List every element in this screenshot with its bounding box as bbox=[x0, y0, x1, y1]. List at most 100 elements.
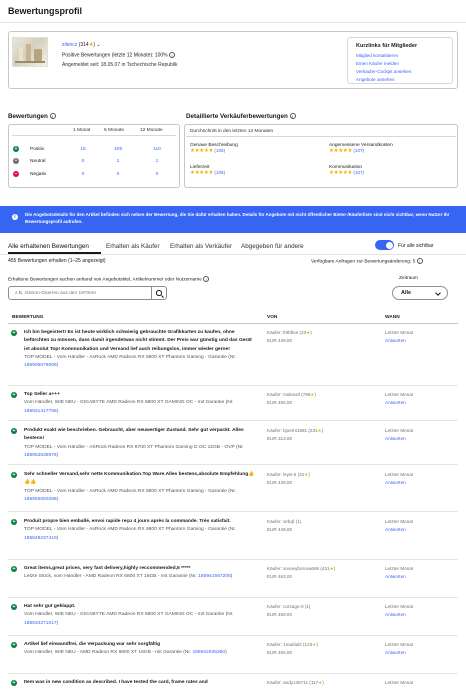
item-number-link[interactable]: 185953638976 bbox=[24, 453, 57, 458]
search-input[interactable] bbox=[8, 286, 152, 300]
reply-link[interactable]: Antworten bbox=[385, 435, 413, 443]
reply-link[interactable]: Antworten bbox=[385, 526, 413, 534]
ratings-label-neutral: Neutral bbox=[30, 159, 46, 164]
buyer-link[interactable]: Käufer: bjoerni1981 (231 bbox=[267, 428, 318, 433]
item-number-link[interactable]: 185922936380 bbox=[192, 650, 225, 655]
positive-icon: + bbox=[11, 642, 17, 648]
item-number-link[interactable]: 185931417758 bbox=[24, 409, 57, 414]
ratings-value[interactable]: 1 bbox=[107, 159, 129, 164]
feedback-comment: Item was in new condition as described. … bbox=[24, 680, 208, 685]
positive-icon: + bbox=[11, 519, 17, 525]
price: EUR 449,00 bbox=[267, 338, 293, 344]
buyer-link[interactable]: Käufer: corzago-0 (1) bbox=[267, 604, 310, 609]
price: EUR 455,00 bbox=[267, 400, 293, 406]
col-wann: WANN bbox=[385, 315, 400, 320]
info-icon[interactable]: i bbox=[416, 258, 423, 264]
detailed-heading: Detaillierte Verkäuferbewertungen i bbox=[186, 113, 296, 120]
buyer-link[interactable]: Käufer: andy135711 (117 bbox=[267, 680, 318, 685]
ratings-value[interactable]: 0 bbox=[107, 172, 129, 177]
feedback-date: Letzter Monat bbox=[385, 392, 414, 397]
zeitraum-label: Zeitraum bbox=[399, 276, 418, 281]
tab-as-seller[interactable]: Erhalten als Verkäufer bbox=[170, 243, 232, 250]
positive-icon: + bbox=[11, 392, 17, 398]
buyer-link[interactable]: Käufer: mxkrazil (798 bbox=[267, 392, 310, 397]
buyer-link[interactable]: Käufer: 1marlial2 (123 bbox=[267, 642, 312, 647]
item-number-link[interactable]: 185934271017 bbox=[24, 621, 57, 626]
reply-link[interactable]: Antworten bbox=[385, 479, 413, 487]
positive-icon: + bbox=[11, 566, 17, 572]
negative-icon: − bbox=[13, 171, 19, 177]
col-12-months: 12 Monate bbox=[140, 128, 163, 133]
star-rating: ★★★★★ bbox=[329, 148, 353, 154]
reply-link[interactable]: Antworten bbox=[385, 573, 413, 581]
feedback-date: Letzter Monat bbox=[385, 566, 414, 571]
quicklink-listings[interactable]: Angebote ansehen bbox=[356, 76, 444, 84]
item-number-link[interactable]: 185949237410 bbox=[24, 536, 57, 541]
col-1-month: 1 Monat bbox=[73, 128, 91, 133]
tab-as-buyer[interactable]: Erhalten als Käufer bbox=[106, 243, 160, 250]
feedback-comment: Produit propre bien emballé, envoi rapid… bbox=[24, 519, 231, 524]
price: EUR 463,00 bbox=[267, 574, 293, 580]
col-6-months: 6 Monate bbox=[104, 128, 125, 133]
buyer-link[interactable]: Käufer: sovavyborova666 (421 bbox=[267, 566, 330, 571]
positive-icon: + bbox=[11, 604, 17, 610]
ratings-table bbox=[8, 124, 180, 188]
ratings-value[interactable]: 15 bbox=[72, 147, 94, 152]
detailed-item: Kommunikation ★★★★★ (107) bbox=[329, 165, 365, 176]
tab-given[interactable]: Abgegeben für andere bbox=[241, 243, 304, 250]
page-title: Bewertungsprofil bbox=[8, 6, 83, 16]
item-number-link[interactable]: 185955050288 bbox=[24, 497, 57, 502]
quicklinks-box: Kurzlinks für Mitglieder Mitglied kontak… bbox=[347, 37, 453, 84]
ratings-value[interactable]: 1 bbox=[146, 159, 168, 164]
ratings-value[interactable]: 110 bbox=[146, 147, 168, 152]
detailed-item: Lieferzeit ★★★★★ (108) bbox=[190, 165, 226, 176]
feedback-date: Letzter Monat bbox=[385, 472, 414, 477]
col-bewertung: BEWERTUNG bbox=[12, 315, 44, 320]
positive-icon: + bbox=[11, 680, 17, 686]
quicklink-report-buyer[interactable]: Einen Käufer melden bbox=[356, 60, 444, 68]
reply-link[interactable]: Antworten bbox=[385, 337, 413, 345]
buyer-link[interactable]: Käufer: sirbqf (1) bbox=[267, 519, 301, 524]
quicklink-seller-hub[interactable]: Verkäufer-Cockpit ansehen bbox=[356, 68, 444, 76]
positive-icon: + bbox=[11, 472, 17, 478]
price: EUR 449,00 bbox=[267, 527, 293, 533]
ratings-value[interactable]: 0 bbox=[72, 172, 94, 177]
visibility-toggle[interactable] bbox=[375, 240, 394, 250]
zeitraum-select[interactable]: Alle bbox=[392, 286, 448, 300]
buyer-link[interactable]: Käufer: fritbfine (23 bbox=[267, 330, 306, 335]
feedback-date: Letzter Monat bbox=[385, 330, 414, 335]
feedback-comment: Hat sehr gut geklappt. bbox=[24, 604, 76, 609]
price: EUR 449,00 bbox=[267, 480, 293, 486]
feedback-date: Letzter Monat bbox=[385, 680, 414, 685]
feedback-score[interactable]: (314 bbox=[79, 42, 89, 48]
chevron-down-icon bbox=[435, 289, 441, 296]
info-icon[interactable]: i bbox=[289, 113, 296, 120]
reply-link[interactable]: Antworten bbox=[385, 649, 413, 657]
reply-link[interactable]: Antworten bbox=[385, 399, 413, 407]
ratings-value[interactable]: 109 bbox=[107, 147, 129, 152]
detailed-item: Genaue Beschreibung ★★★★★ (108) bbox=[190, 143, 238, 154]
item-number-link[interactable]: 185905076009 bbox=[24, 363, 57, 368]
chevron-down-icon[interactable]: ⌄ bbox=[96, 42, 100, 48]
info-icon: i bbox=[12, 214, 18, 220]
star-rating: ★★★★★ bbox=[329, 170, 353, 176]
info-icon[interactable]: i bbox=[203, 276, 210, 282]
profile-username[interactable]: zilencz bbox=[62, 42, 77, 48]
buyer-link[interactable]: Käufer: leyis-5 (31 bbox=[267, 472, 304, 477]
ratings-value[interactable]: 0 bbox=[72, 159, 94, 164]
price: EUR 465,00 bbox=[267, 650, 293, 656]
star-rating: ★★★★★ bbox=[190, 170, 214, 176]
info-icon[interactable]: i bbox=[169, 52, 176, 58]
search-button[interactable] bbox=[151, 286, 167, 300]
feedback-count: 455 Bewertungen erhalten (1–25 angezeigt… bbox=[8, 258, 106, 264]
feedback-comment: Top Seller a+++ bbox=[24, 392, 60, 397]
reply-link[interactable]: Antworten bbox=[385, 611, 413, 619]
member-since: Angemeldet seit: 18.05.07 in Tschechisch… bbox=[62, 62, 178, 68]
item-number-link[interactable]: 185941567205 bbox=[198, 574, 231, 579]
profile-image bbox=[12, 37, 48, 67]
tab-all-received[interactable]: Alle erhaltenen Bewertungen bbox=[8, 243, 89, 250]
quicklink-contact[interactable]: Mitglied kontaktieren bbox=[356, 52, 444, 60]
info-icon[interactable]: i bbox=[49, 113, 56, 120]
ratings-value[interactable]: 0 bbox=[146, 172, 168, 177]
quicklinks-title: Kurzlinks für Mitglieder bbox=[356, 43, 418, 49]
